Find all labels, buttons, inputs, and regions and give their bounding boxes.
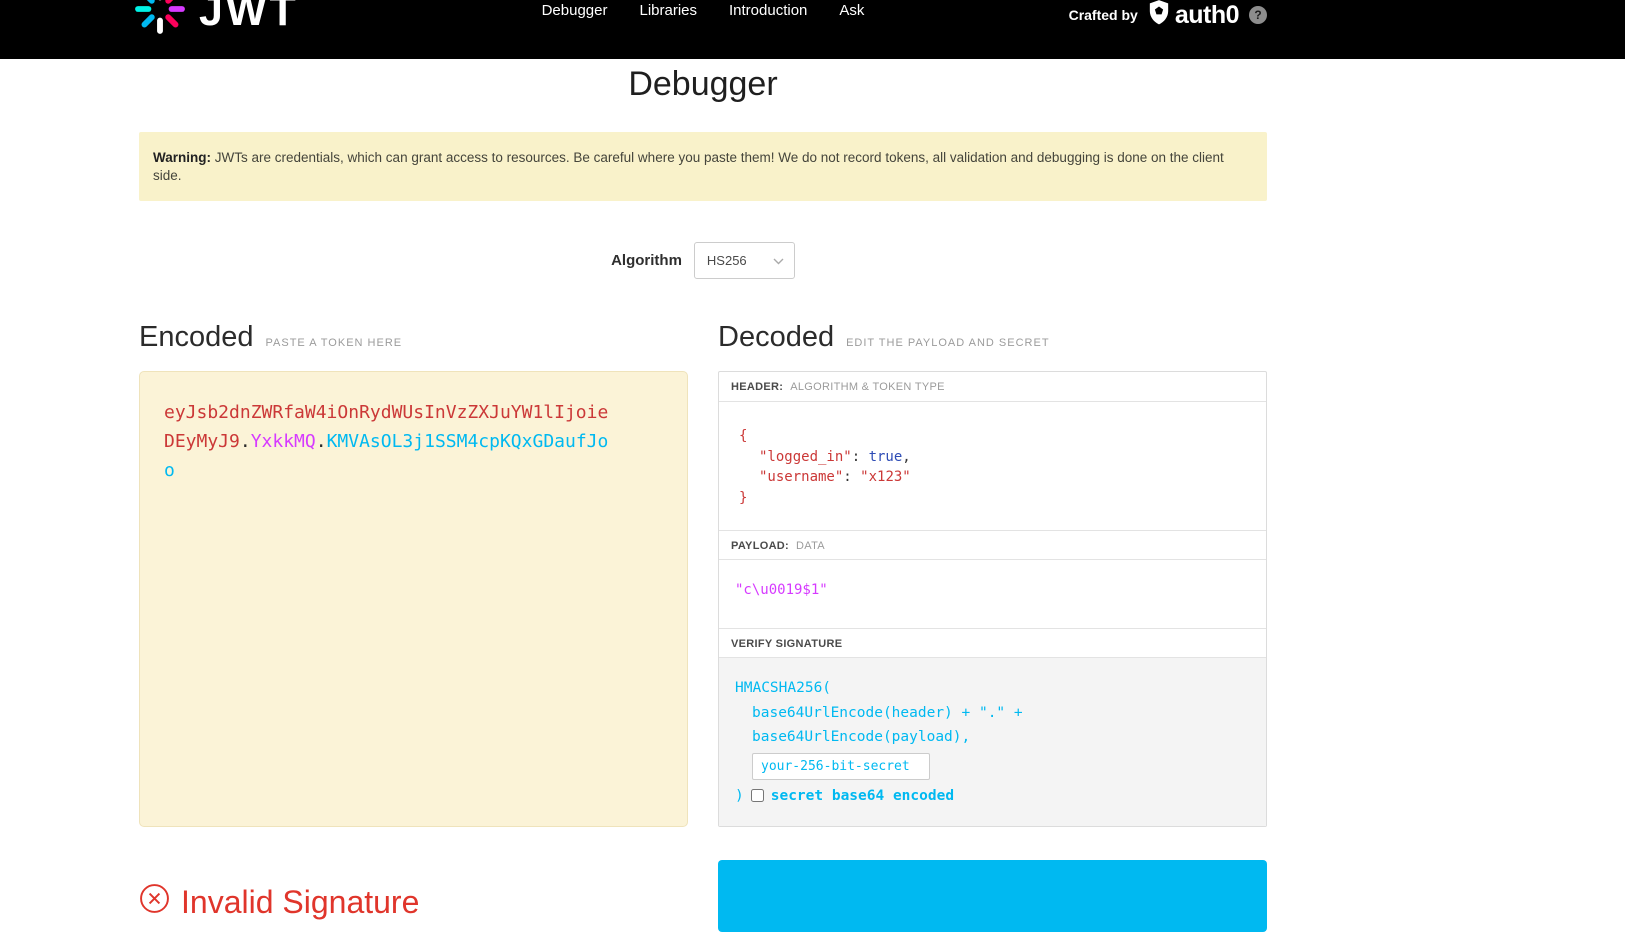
payload-label: PAYLOAD: bbox=[731, 540, 789, 552]
payload-editor[interactable]: "c\u0019$1" bbox=[719, 560, 1266, 628]
json-key-username: "username" bbox=[759, 469, 843, 485]
json-separator: : bbox=[852, 449, 869, 465]
algorithm-row: Algorithm HS256 bbox=[139, 242, 1267, 279]
json-value-true: true bbox=[869, 449, 903, 465]
page-title: Debugger bbox=[139, 59, 1267, 104]
auth0-logo-icon bbox=[1148, 0, 1170, 30]
json-comma: , bbox=[902, 449, 910, 465]
token-payload-segment: YxkkMQ bbox=[251, 431, 316, 452]
warning-text: JWTs are credentials, which can grant ac… bbox=[153, 150, 1224, 183]
secret-base64-label[interactable]: secret base64 encoded bbox=[771, 784, 954, 809]
encoded-column: Encoded PASTE A TOKEN HERE eyJsb2dnZWRfa… bbox=[139, 321, 688, 827]
payload-section-label: PAYLOAD: DATA bbox=[719, 530, 1266, 560]
navbar: JWT Debugger Libraries Introduction Ask … bbox=[0, 0, 1625, 59]
signature-status-text: Invalid Signature bbox=[181, 884, 419, 921]
signature-line-3: base64UrlEncode(payload), bbox=[735, 725, 1250, 750]
share-jwt-button[interactable] bbox=[718, 860, 1267, 932]
header-json-editor[interactable]: { "logged_in": true, "username": "x123" … bbox=[719, 402, 1266, 530]
json-close-brace: } bbox=[739, 490, 747, 506]
secret-input[interactable] bbox=[752, 753, 930, 780]
verify-signature-section-label: VERIFY SIGNATURE bbox=[719, 628, 1266, 658]
nav-link-debugger[interactable]: Debugger bbox=[542, 2, 608, 19]
json-open-brace: { bbox=[739, 428, 747, 444]
json-key-logged-in: "logged_in" bbox=[759, 449, 852, 465]
nav-link-libraries[interactable]: Libraries bbox=[639, 2, 697, 19]
algorithm-label: Algorithm bbox=[611, 252, 682, 269]
token-dot-2: . bbox=[316, 431, 327, 452]
main-content: Debugger Warning: JWTs are credentials, … bbox=[139, 59, 1267, 932]
json-separator: : bbox=[843, 469, 860, 485]
auth0-logo-text: auth0 bbox=[1175, 1, 1239, 30]
nav-link-introduction[interactable]: Introduction bbox=[729, 2, 807, 19]
crafted-by: Crafted by auth0 ? bbox=[1069, 0, 1267, 30]
signature-area: HMACSHA256( base64UrlEncode(header) + ".… bbox=[719, 658, 1266, 826]
warning-banner: Warning: JWTs are credentials, which can… bbox=[139, 132, 1267, 201]
payload-sublabel: DATA bbox=[796, 540, 825, 552]
secret-base64-checkbox[interactable] bbox=[751, 789, 764, 802]
algorithm-select[interactable]: HS256 bbox=[694, 242, 795, 279]
header-sublabel: ALGORITHM & TOKEN TYPE bbox=[790, 381, 945, 393]
encoded-subtitle: PASTE A TOKEN HERE bbox=[266, 337, 403, 349]
warning-label: Warning: bbox=[153, 150, 211, 165]
decoded-subtitle: EDIT THE PAYLOAD AND SECRET bbox=[846, 337, 1049, 349]
json-value-x123: "x123" bbox=[860, 469, 911, 485]
invalid-signature-icon bbox=[139, 883, 170, 922]
jwt-logo[interactable]: JWT bbox=[134, 0, 299, 40]
auth0-link[interactable]: auth0 bbox=[1148, 0, 1239, 30]
verify-signature-label: VERIFY SIGNATURE bbox=[731, 638, 842, 650]
crafted-by-label: Crafted by bbox=[1069, 7, 1138, 23]
jwt-logo-icon bbox=[134, 0, 186, 40]
encoded-title: Encoded bbox=[139, 321, 254, 354]
decoded-column: Decoded EDIT THE PAYLOAD AND SECRET HEAD… bbox=[718, 321, 1267, 827]
header-section-label: HEADER: ALGORITHM & TOKEN TYPE bbox=[719, 372, 1266, 402]
signature-close-paren: ) bbox=[735, 784, 744, 809]
payload-content: "c\u0019$1" bbox=[735, 582, 828, 598]
decoded-box: HEADER: ALGORITHM & TOKEN TYPE { "logged… bbox=[718, 371, 1267, 827]
signature-status: Invalid Signature bbox=[139, 873, 688, 932]
help-icon[interactable]: ? bbox=[1249, 6, 1267, 24]
algorithm-selected-value: HS256 bbox=[707, 253, 747, 268]
decoded-title: Decoded bbox=[718, 321, 834, 354]
signature-line-2: base64UrlEncode(header) + "." + bbox=[735, 701, 1250, 726]
signature-line-1: HMACSHA256( bbox=[735, 676, 1250, 701]
jwt-logo-text: JWT bbox=[199, 0, 299, 36]
nav-link-ask[interactable]: Ask bbox=[839, 2, 864, 19]
chevron-down-icon bbox=[773, 253, 784, 268]
token-dot-1: . bbox=[240, 431, 251, 452]
header-label: HEADER: bbox=[731, 381, 783, 393]
encoded-token-input[interactable]: eyJsb2dnZWRfaW4iOnRydWUsInVzZXJuYW1lIjoi… bbox=[139, 371, 688, 827]
nav-links: Debugger Libraries Introduction Ask bbox=[542, 2, 865, 19]
